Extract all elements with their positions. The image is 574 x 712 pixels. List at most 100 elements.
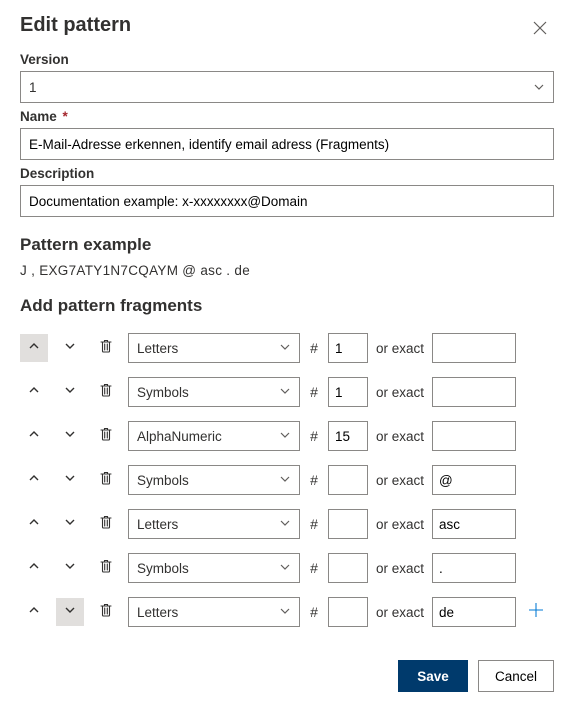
chevron-down-icon <box>63 559 77 578</box>
move-up-button[interactable] <box>20 422 48 450</box>
or-exact-label: or exact <box>376 429 424 444</box>
delete-fragment-button[interactable] <box>92 598 120 626</box>
trash-icon <box>98 338 114 359</box>
save-button[interactable]: Save <box>398 660 468 692</box>
fragment-type-select[interactable]: Symbols <box>128 377 300 407</box>
or-exact-label: or exact <box>376 605 424 620</box>
chevron-down-icon <box>279 429 291 444</box>
chevron-down-icon <box>279 385 291 400</box>
fragment-exact-input[interactable] <box>432 553 516 583</box>
hash-label: # <box>308 428 320 444</box>
version-label: Version <box>20 52 554 67</box>
move-up-button[interactable] <box>20 554 48 582</box>
version-select[interactable]: 1 <box>20 71 554 103</box>
chevron-down-icon <box>63 515 77 534</box>
trash-icon <box>98 558 114 579</box>
chevron-down-icon <box>63 339 77 358</box>
fragment-exact-input[interactable] <box>432 597 516 627</box>
pattern-example-text: J , EXG7ATY1N7CQAYM @ asc . de <box>20 263 554 278</box>
fragment-exact-input[interactable] <box>432 465 516 495</box>
fragment-type-select[interactable]: Letters <box>128 509 300 539</box>
or-exact-label: or exact <box>376 385 424 400</box>
description-input[interactable] <box>20 185 554 217</box>
or-exact-label: or exact <box>376 517 424 532</box>
or-exact-label: or exact <box>376 473 424 488</box>
move-up-button[interactable] <box>20 378 48 406</box>
move-down-button[interactable] <box>56 466 84 494</box>
add-fragment-button[interactable] <box>524 600 548 624</box>
delete-fragment-button[interactable] <box>92 378 120 406</box>
close-icon <box>533 21 547 35</box>
trash-icon <box>98 602 114 623</box>
panel-title: Edit pattern <box>20 14 131 37</box>
trash-icon <box>98 426 114 447</box>
fragment-type-value: Letters <box>137 605 178 620</box>
fragment-exact-input[interactable] <box>432 377 516 407</box>
hash-label: # <box>308 384 320 400</box>
add-fragments-heading: Add pattern fragments <box>20 296 554 316</box>
fragment-exact-input[interactable] <box>432 333 516 363</box>
fragment-row: Symbols # or exact <box>20 370 554 414</box>
fragment-type-select[interactable]: Symbols <box>128 553 300 583</box>
fragment-type-select[interactable]: Letters <box>128 333 300 363</box>
fragment-count-input[interactable] <box>328 553 368 583</box>
delete-fragment-button[interactable] <box>92 554 120 582</box>
name-input[interactable] <box>20 128 554 160</box>
name-label: Name * <box>20 109 554 124</box>
move-down-button[interactable] <box>56 598 84 626</box>
fragment-type-value: Letters <box>137 341 178 356</box>
description-label: Description <box>20 166 554 181</box>
chevron-down-icon <box>63 427 77 446</box>
move-down-button[interactable] <box>56 422 84 450</box>
fragment-type-value: Symbols <box>137 561 189 576</box>
fragment-type-select[interactable]: Letters <box>128 597 300 627</box>
fragment-row: Symbols # or exact <box>20 546 554 590</box>
fragment-count-input[interactable] <box>328 377 368 407</box>
hash-label: # <box>308 340 320 356</box>
plus-icon <box>527 601 545 624</box>
move-up-button[interactable] <box>20 598 48 626</box>
fragment-count-input[interactable] <box>328 333 368 363</box>
chevron-down-icon <box>279 517 291 532</box>
move-up-button[interactable] <box>20 510 48 538</box>
chevron-up-icon <box>27 427 41 446</box>
chevron-down-icon <box>279 561 291 576</box>
fragment-exact-input[interactable] <box>432 421 516 451</box>
move-up-button[interactable] <box>20 334 48 362</box>
move-down-button[interactable] <box>56 334 84 362</box>
fragment-type-select[interactable]: AlphaNumeric <box>128 421 300 451</box>
fragment-type-select[interactable]: Symbols <box>128 465 300 495</box>
trash-icon <box>98 514 114 535</box>
hash-label: # <box>308 472 320 488</box>
delete-fragment-button[interactable] <box>92 422 120 450</box>
fragment-count-input[interactable] <box>328 597 368 627</box>
hash-label: # <box>308 560 320 576</box>
or-exact-label: or exact <box>376 341 424 356</box>
move-up-button[interactable] <box>20 466 48 494</box>
fragment-row: Symbols # or exact <box>20 458 554 502</box>
cancel-button[interactable]: Cancel <box>478 660 554 692</box>
hash-label: # <box>308 604 320 620</box>
move-down-button[interactable] <box>56 378 84 406</box>
fragment-count-input[interactable] <box>328 421 368 451</box>
hash-label: # <box>308 516 320 532</box>
move-down-button[interactable] <box>56 554 84 582</box>
fragment-row: Letters # or exact <box>20 326 554 370</box>
fragment-count-input[interactable] <box>328 465 368 495</box>
chevron-down-icon <box>279 605 291 620</box>
chevron-up-icon <box>27 515 41 534</box>
chevron-up-icon <box>27 383 41 402</box>
chevron-up-icon <box>27 339 41 358</box>
or-exact-label: or exact <box>376 561 424 576</box>
chevron-down-icon <box>63 383 77 402</box>
fragment-type-value: AlphaNumeric <box>137 429 222 444</box>
fragment-exact-input[interactable] <box>432 509 516 539</box>
move-down-button[interactable] <box>56 510 84 538</box>
delete-fragment-button[interactable] <box>92 334 120 362</box>
close-button[interactable] <box>526 14 554 42</box>
delete-fragment-button[interactable] <box>92 510 120 538</box>
fragment-count-input[interactable] <box>328 509 368 539</box>
delete-fragment-button[interactable] <box>92 466 120 494</box>
chevron-down-icon <box>533 81 545 93</box>
chevron-down-icon <box>279 341 291 356</box>
